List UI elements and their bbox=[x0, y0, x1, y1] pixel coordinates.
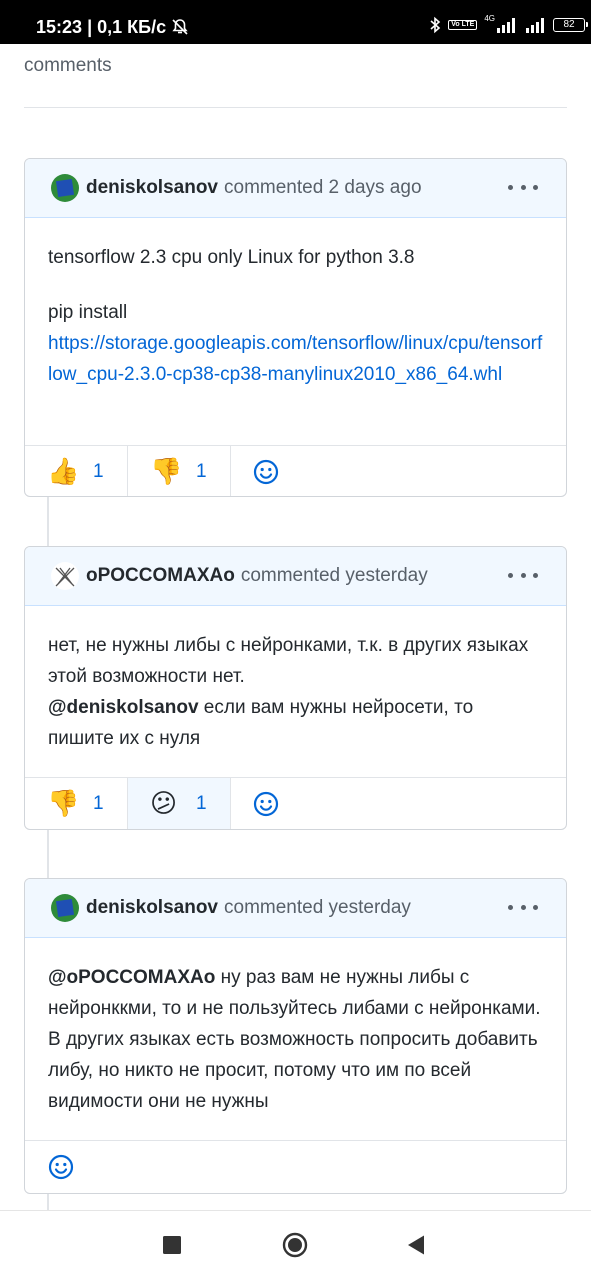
volte-badge: Vo LTE bbox=[448, 20, 478, 30]
reaction-confused[interactable]: 😕 1 bbox=[128, 778, 231, 829]
status-bar: 15:23 | 0,1 КБ/с Vo LTE 4G 82 bbox=[0, 0, 591, 44]
comment-card: deniskolsanov commented 2 days ago tenso… bbox=[24, 158, 567, 497]
user-mention[interactable]: @deniskolsanov bbox=[48, 697, 199, 718]
signal-icon bbox=[497, 18, 515, 33]
status-separator: | bbox=[87, 17, 93, 37]
comment-author[interactable]: deniskolsanov bbox=[86, 177, 218, 199]
square-icon bbox=[163, 1236, 181, 1254]
more-options-icon[interactable] bbox=[508, 177, 538, 197]
comment-body: tensorflow 2.3 cpu only Linux for python… bbox=[25, 218, 566, 445]
comment-card: deniskolsanov commented yesterday @оPOCC… bbox=[24, 878, 567, 1194]
smiley-icon bbox=[48, 1154, 74, 1179]
smiley-icon bbox=[253, 791, 279, 816]
network-type: 4G bbox=[484, 14, 495, 23]
reactions-bar bbox=[25, 1140, 566, 1192]
confused-icon: 😕 bbox=[150, 788, 178, 819]
thumbs-up-icon: 👍 bbox=[47, 456, 80, 487]
clock: 15:23 bbox=[36, 17, 83, 37]
recent-apps-button[interactable] bbox=[163, 1236, 181, 1259]
user-mention[interactable]: @оPOCCOMAXAо bbox=[48, 967, 215, 988]
thumbs-down-icon: 👎 bbox=[47, 788, 80, 819]
smiley-icon bbox=[253, 459, 279, 484]
more-options-icon[interactable] bbox=[508, 565, 538, 585]
reaction-count: 1 bbox=[196, 460, 207, 482]
comment-text: ну раз вам не нужны либы с нейронккми, т… bbox=[48, 967, 541, 1112]
avatar[interactable] bbox=[51, 562, 79, 590]
add-reaction-button[interactable] bbox=[25, 1141, 97, 1192]
timeline-connector bbox=[47, 829, 49, 879]
status-time: 15:23 | 0,1 КБ/с bbox=[36, 17, 189, 38]
home-button[interactable] bbox=[282, 1232, 308, 1263]
battery-level: 82 bbox=[563, 19, 575, 30]
comment-author[interactable]: оPOCCOMAXAо bbox=[86, 565, 235, 587]
reaction-thumbs-up[interactable]: 👍 1 bbox=[25, 446, 128, 496]
add-reaction-button[interactable] bbox=[231, 446, 301, 496]
mute-icon bbox=[172, 19, 188, 35]
navigation-bar bbox=[0, 1210, 591, 1280]
comment-text: нет, не нужны либы с нейронками, т.к. в … bbox=[48, 635, 529, 687]
thumbs-down-icon: 👎 bbox=[150, 456, 183, 487]
back-button[interactable] bbox=[406, 1234, 426, 1261]
signal-icon-2 bbox=[526, 18, 544, 33]
comment-body: @оPOCCOMAXAо ну раз вам не нужны либы с … bbox=[25, 938, 566, 1140]
reaction-count: 1 bbox=[93, 792, 104, 814]
reaction-count: 1 bbox=[93, 460, 104, 482]
avatar[interactable] bbox=[51, 174, 79, 202]
reaction-thumbs-down[interactable]: 👎 1 bbox=[128, 446, 231, 496]
comment-timestamp[interactable]: commented yesterday bbox=[224, 897, 411, 919]
comment-header: deniskolsanov commented yesterday bbox=[25, 879, 566, 938]
section-divider bbox=[24, 107, 567, 108]
reactions-bar: 👎 1 😕 1 bbox=[25, 777, 566, 829]
timeline-connector bbox=[47, 1193, 49, 1210]
reaction-thumbs-down[interactable]: 👎 1 bbox=[25, 778, 128, 829]
comment-text: pip install bbox=[48, 302, 128, 323]
reaction-count: 1 bbox=[196, 792, 207, 814]
avatar-x-icon bbox=[55, 567, 75, 587]
network-speed: 0,1 КБ/с bbox=[97, 17, 167, 37]
comment-card: оPOCCOMAXAо commented yesterday нет, не … bbox=[24, 546, 567, 830]
comment-header: оPOCCOMAXAо commented yesterday bbox=[25, 547, 566, 606]
status-icons: Vo LTE 4G 82 bbox=[429, 14, 588, 36]
comment-body: нет, не нужны либы с нейронками, т.к. в … bbox=[25, 606, 566, 777]
comment-header: deniskolsanov commented 2 days ago bbox=[25, 159, 566, 218]
timeline-connector bbox=[47, 497, 49, 547]
comment-timestamp[interactable]: commented yesterday bbox=[241, 565, 428, 587]
reactions-bar: 👍 1 👎 1 bbox=[25, 445, 566, 496]
comment-timestamp[interactable]: commented 2 days ago bbox=[224, 177, 422, 199]
comment-author[interactable]: deniskolsanov bbox=[86, 897, 218, 919]
signal-group: 4G bbox=[484, 14, 517, 33]
download-link[interactable]: https://storage.googleapis.com/tensorflo… bbox=[48, 333, 542, 385]
more-options-icon[interactable] bbox=[508, 897, 538, 917]
home-circle-icon bbox=[282, 1232, 308, 1258]
bluetooth-icon bbox=[430, 16, 441, 34]
battery-icon: 82 bbox=[553, 18, 588, 32]
avatar[interactable] bbox=[51, 894, 79, 922]
add-reaction-button[interactable] bbox=[231, 778, 301, 829]
comment-text: tensorflow 2.3 cpu only Linux for python… bbox=[48, 247, 415, 268]
back-triangle-icon bbox=[408, 1235, 424, 1255]
previous-comment-tail: comments bbox=[24, 55, 112, 76]
